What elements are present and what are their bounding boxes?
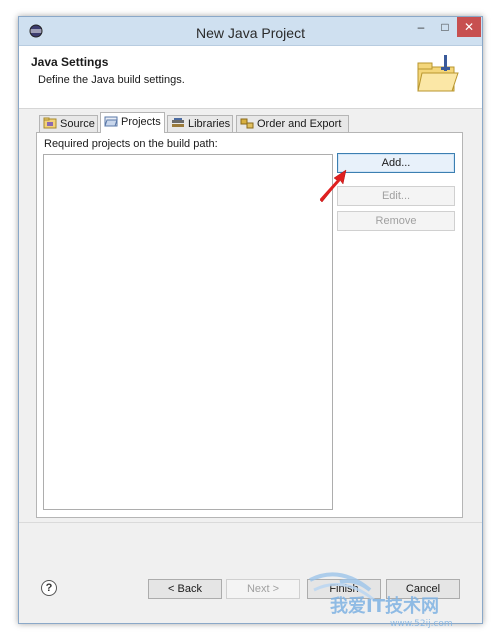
tab-order-label: Order and Export [257,118,342,130]
next-button-label: Next > [246,583,280,595]
remove-button[interactable]: Remove [337,211,455,231]
tab-libraries[interactable]: Libraries [167,115,233,132]
required-projects-list[interactable] [43,154,333,510]
finish-button-label: Finish [329,583,359,595]
tab-libraries-label: Libraries [188,118,231,130]
page-title: Java Settings [31,55,109,69]
finish-button[interactable]: Finish [307,579,381,599]
tab-projects-label: Projects [121,116,161,128]
order-export-icon [240,118,254,129]
edit-button-label: Edit... [381,190,411,202]
back-button-label: < Back [168,583,202,595]
next-button[interactable]: Next > [226,579,300,599]
libraries-icon [172,118,184,127]
cancel-button-label: Cancel [405,583,441,595]
cancel-button[interactable]: Cancel [386,579,460,599]
edit-button[interactable]: Edit... [337,186,455,206]
new-java-project-banner-icon [417,55,459,92]
page-description: Define the Java build settings. [38,74,185,86]
tab-projects[interactable]: Projects [100,112,165,133]
add-button[interactable]: Add... [337,153,455,173]
minimize-button[interactable]: – [409,17,433,37]
close-button[interactable]: ✕ [457,17,481,37]
tab-order-and-export[interactable]: Order and Export [236,115,349,132]
back-button[interactable]: < Back [148,579,222,599]
maximize-button[interactable]: □ [433,17,457,37]
tab-source[interactable]: Source [39,115,98,132]
source-folder-icon [43,117,57,129]
projects-folder-icon [104,116,118,127]
tab-source-label: Source [60,118,95,130]
footer-divider [19,522,482,523]
new-java-project-window: New Java Project – □ ✕ Java Settings Def… [18,16,483,624]
required-projects-label: Required projects on the build path: [44,138,218,150]
wizard-header: Java Settings Define the Java build sett… [19,46,482,109]
add-button-label: Add... [381,157,411,169]
remove-button-label: Remove [375,215,417,227]
help-icon[interactable]: ? [41,580,57,596]
title-bar[interactable]: New Java Project – □ ✕ [19,17,482,46]
